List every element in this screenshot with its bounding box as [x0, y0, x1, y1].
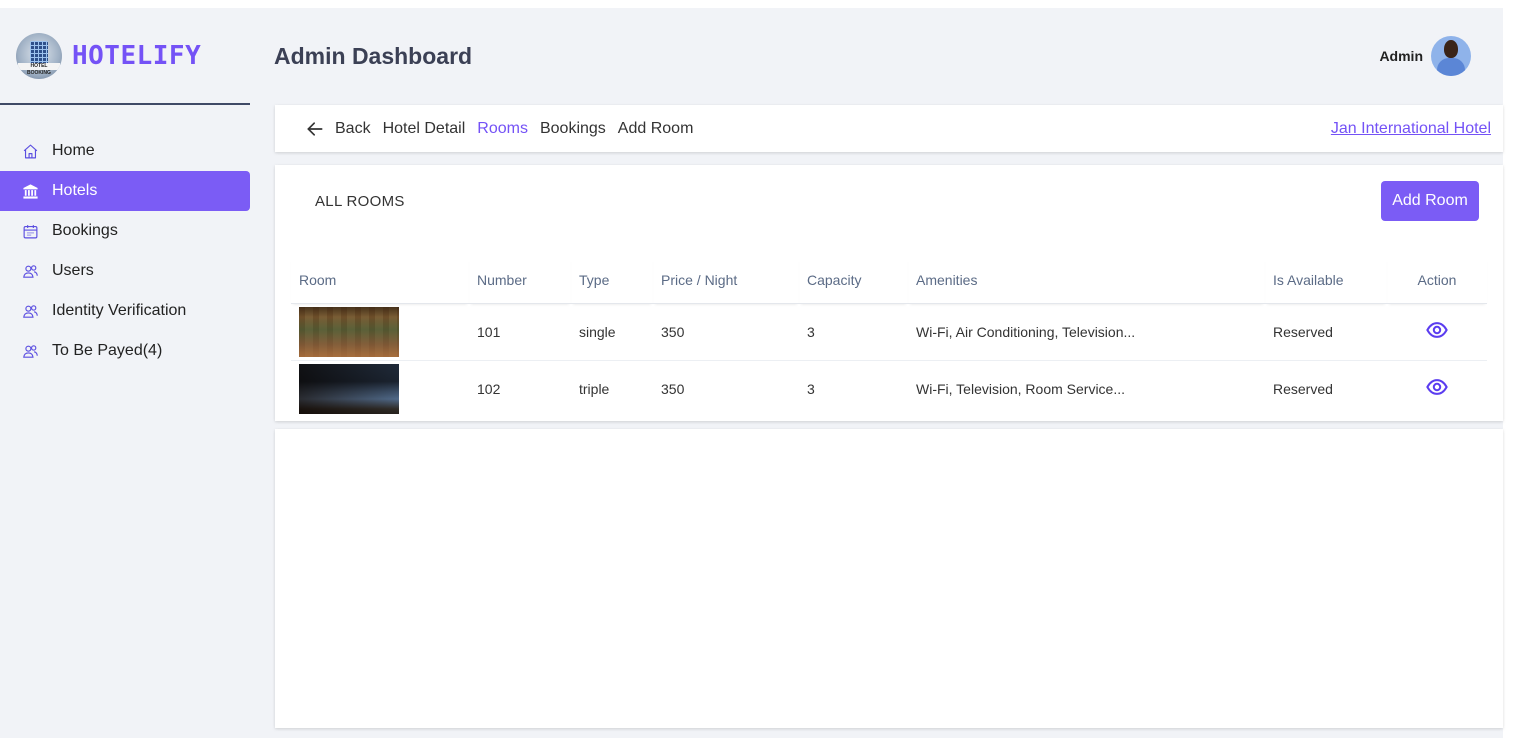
- sidebar: HOTEL BOOKING HOTELIFY Home Hotels Booki…: [0, 8, 250, 738]
- sidebar-item-label: Home: [52, 142, 95, 159]
- sidebar-item-hotels[interactable]: Hotels: [0, 171, 250, 211]
- room-type: single: [571, 303, 653, 361]
- room-price: 350: [653, 303, 799, 361]
- rooms-card: ALL ROOMS Add Room Room Number Type Pric…: [275, 165, 1503, 421]
- hotel-subnav: Back Hotel Detail Rooms Bookings Add Roo…: [275, 105, 1503, 152]
- action-cell: [1387, 360, 1487, 417]
- sidebar-item-home[interactable]: Home: [0, 131, 250, 171]
- room-availability: Reserved: [1273, 380, 1333, 397]
- action-cell: [1387, 303, 1487, 361]
- sidebar-item-users[interactable]: Users: [0, 251, 250, 291]
- column-header[interactable]: Room: [291, 257, 469, 304]
- add-room-button[interactable]: Add Room: [1381, 181, 1479, 221]
- column-header[interactable]: Price / Night: [653, 257, 799, 304]
- brand[interactable]: HOTEL BOOKING HOTELIFY: [0, 8, 250, 105]
- room-availability: Reserved: [1265, 303, 1387, 361]
- sidebar-item-identity-verification[interactable]: Identity Verification: [0, 291, 250, 331]
- rooms-table: Room Number Type Price / Night Capacity …: [291, 257, 1487, 417]
- eye-icon[interactable]: [1426, 376, 1448, 398]
- room-amenities: Wi-Fi, Air Conditioning, Television...: [908, 303, 1265, 361]
- sidebar-item-label: Users: [52, 262, 94, 279]
- column-header[interactable]: Capacity: [799, 257, 908, 304]
- column-header[interactable]: Type: [571, 257, 653, 304]
- room-image-cell: [291, 303, 469, 361]
- room-type: triple: [579, 380, 610, 397]
- empty-content-area: [275, 429, 1503, 728]
- user-menu[interactable]: Admin: [1379, 36, 1471, 76]
- tab-rooms[interactable]: Rooms: [477, 120, 528, 138]
- room-capacity: 3: [799, 303, 908, 361]
- sidebar-item-label: Bookings: [52, 222, 118, 239]
- column-header: Action: [1387, 257, 1487, 304]
- room-number: 102: [477, 380, 501, 397]
- sidebar-item-label: To Be Payed(4): [52, 342, 163, 359]
- users-icon: [20, 301, 40, 321]
- tab-add-room[interactable]: Add Room: [618, 120, 694, 138]
- avatar[interactable]: [1431, 36, 1471, 76]
- back-link[interactable]: Back: [335, 120, 371, 138]
- brand-name: HOTELIFY: [72, 40, 202, 71]
- column-header[interactable]: Is Available: [1265, 257, 1387, 304]
- eye-icon[interactable]: [1426, 319, 1448, 341]
- room-thumbnail[interactable]: [299, 363, 399, 414]
- users-icon: [20, 341, 40, 361]
- bank-icon: [20, 181, 40, 201]
- room-capacity: 3: [807, 380, 815, 397]
- room-price: 350: [661, 380, 685, 397]
- room-amenities: Wi-Fi, Television, Room Service...: [916, 380, 1126, 397]
- sidebar-item-bookings[interactable]: Bookings: [0, 211, 250, 251]
- table-row[interactable]: 102 triple 350 3 Wi-Fi, Television, Room…: [291, 360, 1487, 417]
- sidebar-item-to-be-payed[interactable]: To Be Payed(4): [0, 331, 250, 371]
- calendar-icon: [20, 221, 40, 241]
- sidebar-item-label: Identity Verification: [52, 302, 187, 319]
- table-header-row: Room Number Type Price / Night Capacity …: [291, 257, 1487, 304]
- sidebar-item-label: Hotels: [52, 182, 98, 199]
- page-title: Admin Dashboard: [274, 43, 473, 69]
- user-name: Admin: [1379, 48, 1423, 64]
- column-header[interactable]: Amenities: [908, 257, 1265, 304]
- hotel-name-link[interactable]: Jan International Hotel: [1331, 120, 1491, 138]
- sidebar-nav: Home Hotels Bookings Users Identity Veri…: [0, 131, 250, 371]
- top-header: Admin Dashboard Admin: [250, 8, 1503, 105]
- hotel-logo-icon: HOTEL BOOKING: [16, 32, 62, 79]
- home-icon: [20, 141, 40, 161]
- column-header[interactable]: Number: [469, 257, 571, 304]
- room-thumbnail[interactable]: [299, 306, 399, 357]
- room-image-cell: [291, 360, 469, 417]
- table-row[interactable]: 101 single 350 3 Wi-Fi, Air Conditioning…: [291, 303, 1487, 361]
- tab-hotel-detail[interactable]: Hotel Detail: [383, 120, 466, 138]
- section-title: ALL ROOMS: [315, 193, 405, 210]
- tab-bookings[interactable]: Bookings: [540, 120, 606, 138]
- room-number: 101: [469, 303, 571, 361]
- users-icon: [20, 261, 40, 281]
- arrow-left-icon[interactable]: [305, 119, 325, 139]
